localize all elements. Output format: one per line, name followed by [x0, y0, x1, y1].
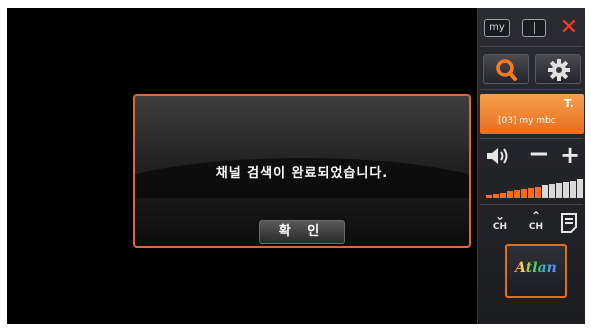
app-frame: 채널 검색이 완료되었습니다. 확 인 my ✕ T. [03] my mbc …	[7, 8, 585, 324]
dialog-message: 채널 검색이 완료되었습니다.	[215, 166, 389, 181]
channel-up-label: CH	[528, 222, 544, 232]
channel-down-button[interactable]: ⌄ CH	[486, 210, 514, 238]
search-icon	[496, 59, 517, 81]
side-panel: my ✕ T. [03] my mbc − + ⌄ CH ⌃ CH Atlan	[477, 8, 585, 324]
video-screen: 채널 검색이 완료되었습니다. 확 인	[7, 8, 477, 324]
volume-segment	[507, 191, 513, 198]
volume-segment	[570, 180, 576, 198]
volume-segment	[556, 183, 562, 198]
speaker-icon	[487, 148, 508, 164]
search-button[interactable]	[483, 54, 529, 84]
antenna-icon: T.	[563, 97, 574, 110]
volume-segment	[486, 195, 492, 198]
volume-segment	[577, 179, 583, 198]
atlan-logo: Atlan	[507, 260, 565, 276]
channel-label: [03] my mbc	[498, 116, 556, 126]
divider	[480, 204, 583, 205]
ok-button[interactable]: 확 인	[259, 220, 345, 244]
close-icon: ✕	[559, 15, 579, 40]
volume-segment	[549, 184, 555, 198]
volume-segment	[500, 192, 506, 198]
volume-segment	[514, 190, 520, 198]
volume-segment	[542, 185, 548, 198]
channel-down-label: CH	[492, 222, 508, 232]
current-channel[interactable]: T. [03] my mbc	[480, 94, 584, 134]
volume-segment	[493, 193, 499, 198]
divider	[480, 89, 583, 90]
volume-up-button[interactable]: +	[560, 143, 580, 167]
settings-button[interactable]	[535, 54, 581, 84]
divider	[480, 46, 583, 47]
volume-segment	[521, 189, 527, 198]
guide-icon	[561, 213, 577, 233]
volume-down-button[interactable]: −	[528, 141, 550, 167]
volume-segment	[563, 181, 569, 198]
volume-level-bar[interactable]	[486, 178, 583, 198]
mute-button[interactable]	[484, 146, 514, 166]
close-button[interactable]: ✕	[558, 16, 580, 40]
guide-button[interactable]	[560, 212, 578, 234]
chevron-down-icon: ⌄	[494, 209, 506, 223]
gear-icon	[548, 59, 570, 81]
chevron-up-icon: ⌃	[530, 209, 542, 223]
channel-up-button[interactable]: ⌃ CH	[522, 210, 550, 238]
volume-segment	[528, 187, 534, 198]
volume-segment	[535, 186, 541, 198]
screen-split-button[interactable]	[522, 19, 546, 37]
my-button[interactable]: my	[484, 19, 510, 37]
atlan-app-button[interactable]: Atlan	[505, 244, 567, 298]
scan-complete-dialog: 채널 검색이 완료되었습니다. 확 인	[133, 94, 471, 248]
